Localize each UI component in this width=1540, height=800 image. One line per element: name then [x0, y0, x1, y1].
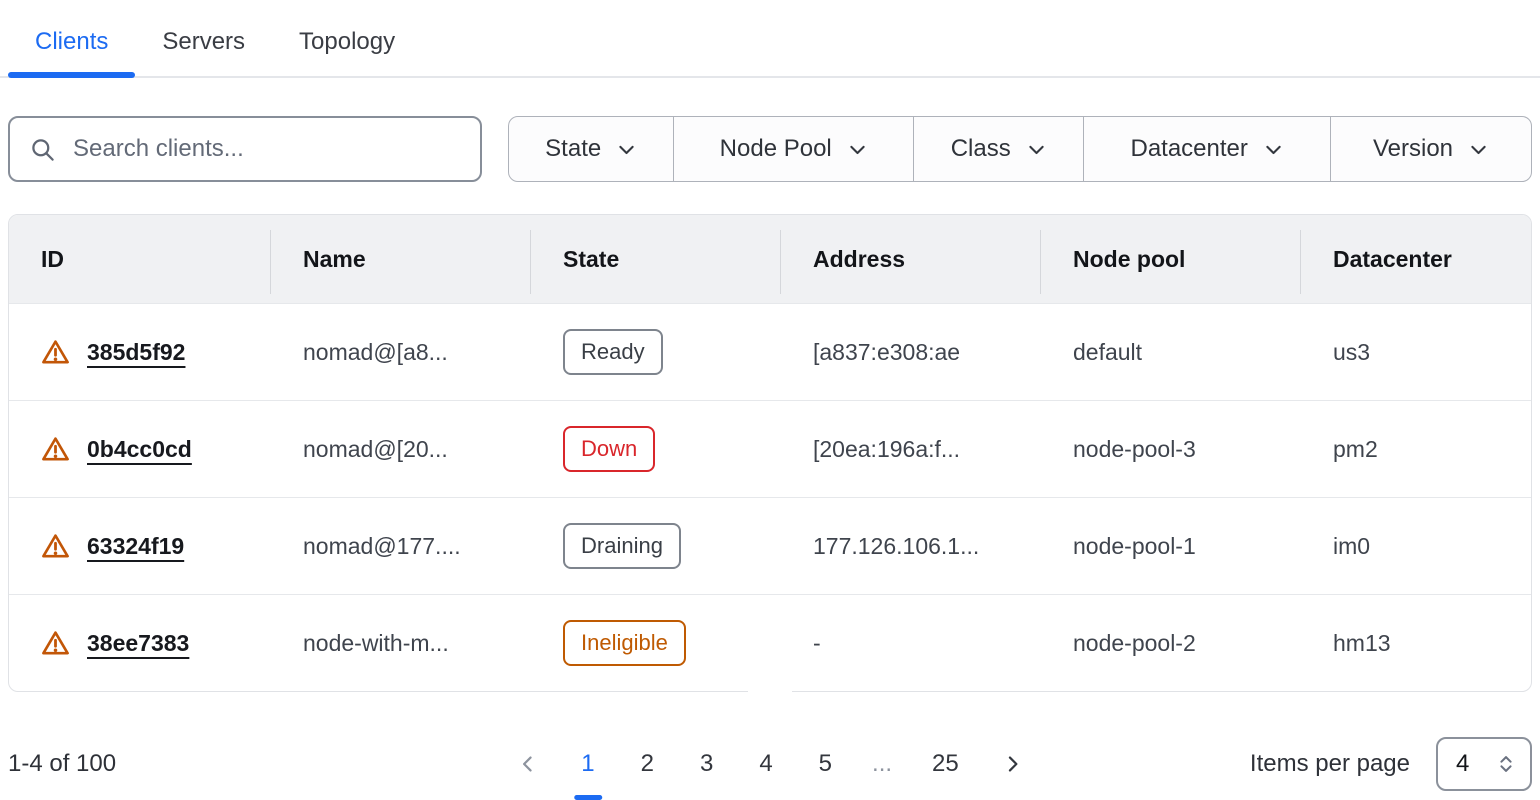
column-header-name[interactable]: Name [271, 215, 531, 303]
client-name: nomad@[20... [271, 401, 531, 497]
client-address: - [781, 595, 1041, 691]
filter-state-label: State [545, 135, 601, 163]
column-header-id[interactable]: ID [9, 215, 271, 303]
filter-version-label: Version [1373, 135, 1453, 163]
table-row: 0b4cc0cd nomad@[20... Down [20ea:196a:f.… [9, 400, 1531, 497]
client-node-pool: node-pool-2 [1041, 595, 1301, 691]
table-row: 385d5f92 nomad@[a8... Ready [a837:e308:a… [9, 303, 1531, 400]
client-name: nomad@177.... [271, 498, 531, 594]
chevron-up-down-icon [1495, 753, 1517, 775]
client-node-pool: default [1041, 304, 1301, 400]
warning-icon [41, 532, 70, 561]
chevron-down-icon [847, 139, 868, 160]
items-per-page-label: Items per page [1250, 750, 1410, 778]
chevron-down-icon [1468, 139, 1489, 160]
warning-icon [41, 338, 70, 367]
table-header-row: ID Name State Address Node pool Datacent… [9, 215, 1531, 303]
column-header-node-pool[interactable]: Node pool [1041, 215, 1301, 303]
client-id-link[interactable]: 63324f19 [87, 533, 184, 560]
filter-state[interactable]: State [509, 117, 674, 181]
tab-servers[interactable]: Servers [135, 14, 272, 76]
client-datacenter: pm2 [1301, 401, 1531, 497]
client-address: 177.126.106.1... [781, 498, 1041, 594]
client-address: [a837:e308:ae [781, 304, 1041, 400]
page-number-5[interactable]: 5 [803, 742, 848, 786]
search-input[interactable] [71, 134, 461, 164]
filter-datacenter[interactable]: Datacenter [1084, 117, 1331, 181]
items-per-page: Items per page 4 [1250, 737, 1532, 791]
state-badge: Draining [563, 523, 681, 568]
client-node-pool: node-pool-1 [1041, 498, 1301, 594]
client-address: [20ea:196a:f... [781, 401, 1041, 497]
previous-page-button[interactable] [505, 745, 551, 783]
toolbar: State Node Pool Class Datacenter Version [8, 116, 1532, 182]
chevron-down-icon [1026, 139, 1047, 160]
search-box[interactable] [8, 116, 482, 182]
filter-node-pool[interactable]: Node Pool [674, 117, 914, 181]
page-number-3[interactable]: 3 [684, 742, 729, 786]
state-badge: Ineligible [563, 620, 686, 665]
client-datacenter: hm13 [1301, 595, 1531, 691]
table-row: 38ee7383 node-with-m... Ineligible - nod… [9, 594, 1531, 691]
state-badge: Down [563, 426, 655, 471]
filter-class[interactable]: Class [914, 117, 1084, 181]
filter-datacenter-label: Datacenter [1130, 135, 1247, 163]
client-id-link[interactable]: 38ee7383 [87, 630, 189, 657]
filter-version[interactable]: Version [1331, 117, 1531, 181]
state-badge: Ready [563, 329, 663, 374]
page-number-1[interactable]: 1 [565, 742, 610, 786]
filter-group: State Node Pool Class Datacenter Version [508, 116, 1532, 182]
page-number-2[interactable]: 2 [625, 742, 670, 786]
chevron-down-icon [1263, 139, 1284, 160]
client-id-link[interactable]: 385d5f92 [87, 339, 185, 366]
chevron-left-icon [517, 753, 539, 775]
column-header-state[interactable]: State [531, 215, 781, 303]
items-per-page-value: 4 [1456, 750, 1469, 778]
client-name: nomad@[a8... [271, 304, 531, 400]
client-node-pool: node-pool-3 [1041, 401, 1301, 497]
pagination-ellipsis: ... [862, 742, 902, 786]
items-per-page-select[interactable]: 4 [1436, 737, 1532, 791]
results-summary: 1-4 of 100 [8, 750, 116, 778]
chevron-right-icon [1001, 753, 1023, 775]
next-page-button[interactable] [989, 745, 1035, 783]
column-header-address[interactable]: Address [781, 215, 1041, 303]
client-id-link[interactable]: 0b4cc0cd [87, 436, 192, 463]
page-number-25[interactable]: 25 [916, 742, 975, 786]
pagination: 1 2 3 4 5 ... 25 [505, 742, 1035, 786]
page-number-4[interactable]: 4 [743, 742, 788, 786]
filter-node-pool-label: Node Pool [720, 135, 832, 163]
client-name: node-with-m... [271, 595, 531, 691]
client-datacenter: im0 [1301, 498, 1531, 594]
tab-clients[interactable]: Clients [8, 14, 135, 76]
tab-bar: Clients Servers Topology [0, 0, 1540, 78]
warning-icon [41, 629, 70, 658]
chevron-down-icon [616, 139, 637, 160]
tab-topology[interactable]: Topology [272, 14, 422, 76]
filter-class-label: Class [951, 135, 1011, 163]
table-footer: 1-4 of 100 1 2 3 4 5 ... 25 Items per pa… [8, 734, 1532, 794]
warning-icon [41, 435, 70, 464]
search-icon [29, 136, 56, 163]
clients-table: ID Name State Address Node pool Datacent… [8, 214, 1532, 692]
client-datacenter: us3 [1301, 304, 1531, 400]
table-row: 63324f19 nomad@177.... Draining 177.126.… [9, 497, 1531, 594]
column-header-datacenter[interactable]: Datacenter [1301, 215, 1531, 303]
